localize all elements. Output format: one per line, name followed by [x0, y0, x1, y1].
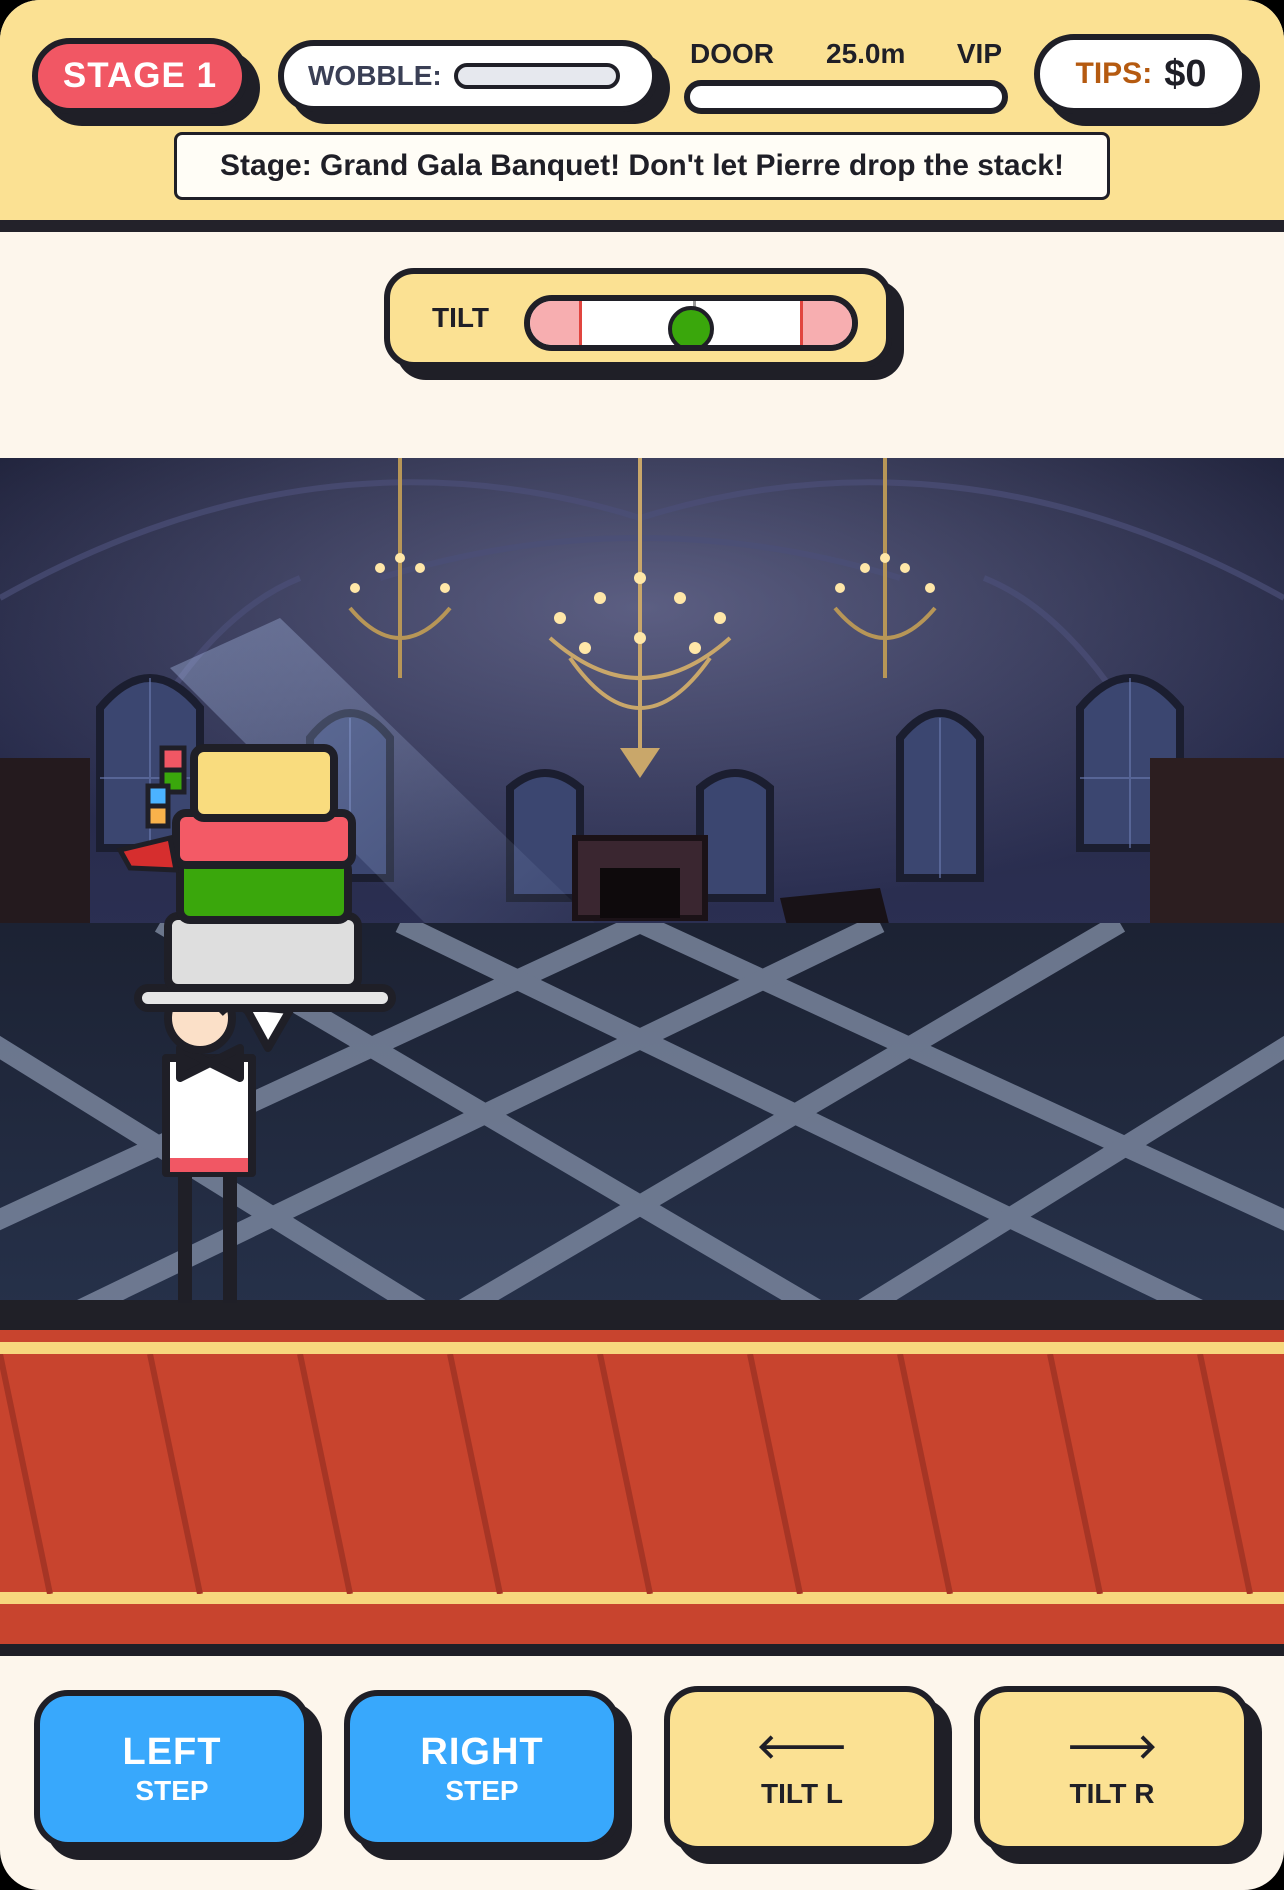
tips-value: $0 [1164, 52, 1207, 95]
tips-counter: TIPS: $0 [1034, 34, 1248, 114]
left-step-main-label: LEFT [122, 1731, 222, 1773]
floor-trim-top [0, 1342, 1284, 1354]
tilt-right-label: TILT R [1069, 1778, 1155, 1809]
arrow-left-icon: 🡐 [756, 1728, 848, 1766]
ballroom-scene [0, 458, 1284, 1320]
stage-badge: STAGE 1 [32, 38, 248, 114]
tilt-left-button[interactable]: 🡐 TILT L [664, 1686, 940, 1852]
game-screen: STAGE 1 WOBBLE: DOOR 25.0m VIP TIPS: $0 … [0, 0, 1284, 1890]
right-step-main-label: RIGHT [420, 1731, 544, 1773]
carpet-floor [0, 1320, 1284, 1656]
carpet-pattern [0, 1354, 1253, 1594]
door-label: DOOR [690, 38, 774, 69]
tilt-left-label: TILT L [761, 1778, 843, 1809]
left-step-button[interactable]: LEFT STEP [34, 1690, 310, 1848]
right-step-sub-label: STEP [445, 1775, 519, 1806]
left-step-sub-label: STEP [135, 1775, 209, 1806]
hud-bar: STAGE 1 WOBBLE: DOOR 25.0m VIP TIPS: $0 … [0, 0, 1284, 232]
wobble-meter: WOBBLE: [278, 40, 658, 112]
tilt-danger-right [800, 301, 852, 345]
plate-stack [164, 744, 362, 992]
vip-label: VIP [956, 38, 1002, 69]
stage-message: Stage: Grand Gala Banquet! Don't let Pie… [174, 132, 1110, 200]
tilt-label: TILT [432, 302, 490, 333]
distance-readout: 25.0m [826, 38, 906, 69]
tilt-danger-left [530, 301, 582, 345]
tilt-track [524, 295, 858, 351]
distance-track [684, 80, 1008, 114]
tilt-indicator [668, 306, 714, 345]
wobble-label: WOBBLE: [308, 60, 442, 91]
wobble-track [453, 63, 620, 89]
distance-meter: DOOR 25.0m VIP [684, 38, 1008, 118]
tilt-right-button[interactable]: 🡒 TILT R [974, 1686, 1250, 1852]
right-step-button[interactable]: RIGHT STEP [344, 1690, 620, 1848]
arrow-right-icon: 🡒 [1066, 1728, 1158, 1766]
tilt-meter: TILT [384, 268, 892, 368]
tips-label: TIPS: [1075, 57, 1153, 90]
